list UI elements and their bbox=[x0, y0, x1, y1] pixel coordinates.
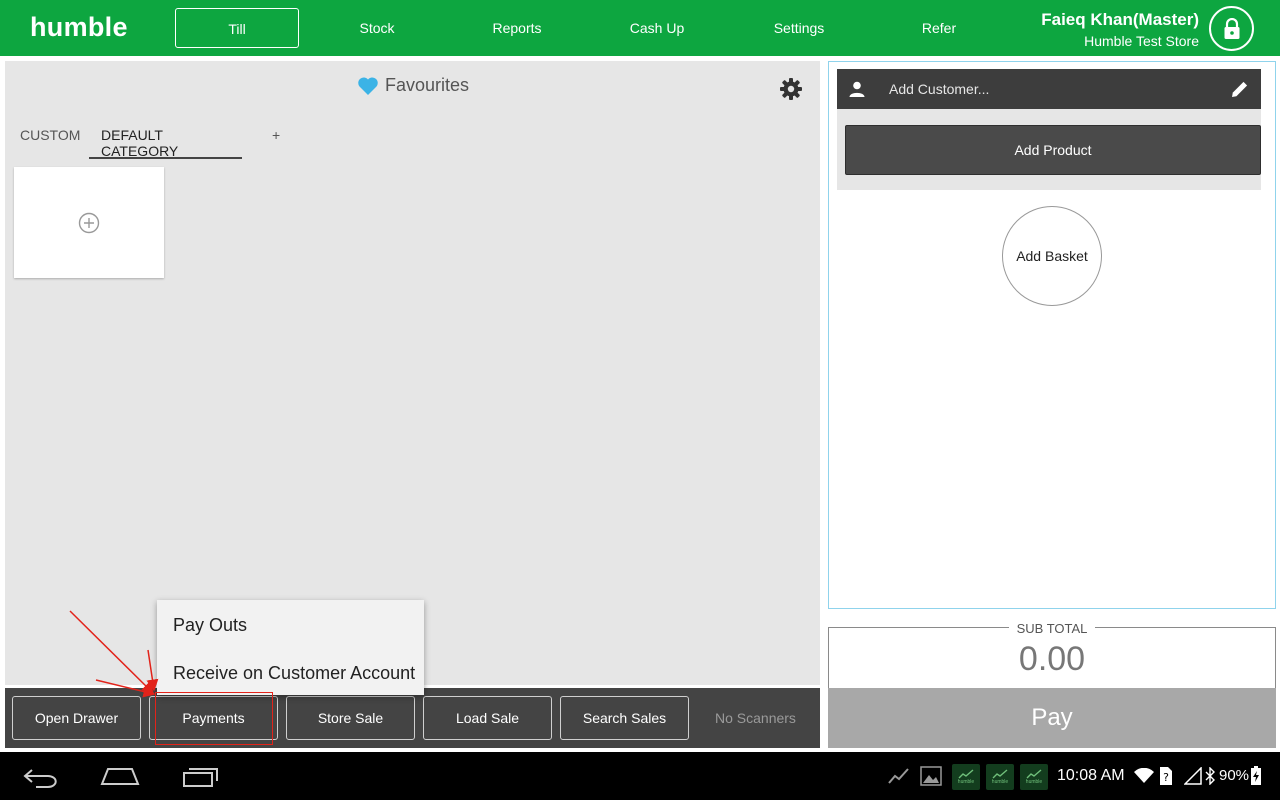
subtotal-box: SUB TOTAL 0.00 bbox=[828, 621, 1276, 688]
gear-icon bbox=[780, 78, 802, 100]
battery-charging-icon bbox=[1251, 766, 1261, 785]
battery-level: 90% bbox=[1219, 767, 1250, 784]
tab-refer[interactable]: Refer bbox=[877, 8, 1001, 48]
scanner-status: No Scanners bbox=[715, 710, 796, 726]
pay-button[interactable]: Pay bbox=[828, 688, 1276, 748]
sim-unknown-icon: ? bbox=[1160, 767, 1172, 785]
wifi-icon bbox=[1134, 768, 1154, 783]
svg-text:?: ? bbox=[1163, 771, 1169, 784]
humble-notification-icon: humble bbox=[952, 764, 980, 790]
humble-notification-icon: humble bbox=[986, 764, 1014, 790]
subtotal-value: 0.00 bbox=[1018, 640, 1086, 678]
favourites-settings-button[interactable] bbox=[779, 77, 803, 101]
image-icon bbox=[920, 766, 942, 786]
store-sale-button[interactable]: Store Sale bbox=[286, 696, 415, 740]
lock-icon bbox=[1224, 17, 1239, 39]
back-icon[interactable] bbox=[22, 766, 58, 788]
trend-icon bbox=[888, 768, 909, 784]
bluetooth-icon bbox=[1205, 767, 1215, 785]
user-name: Faieq Khan(Master) bbox=[1041, 10, 1199, 29]
add-customer-bar[interactable]: Add Customer... bbox=[837, 69, 1261, 109]
basket-panel: Add Customer... Add Product Add Basket bbox=[828, 61, 1276, 609]
home-icon[interactable] bbox=[100, 766, 140, 786]
search-sales-button[interactable]: Search Sales bbox=[560, 696, 689, 740]
subtotal-label: SUB TOTAL bbox=[1008, 621, 1096, 636]
add-product-button[interactable]: Add Product bbox=[845, 125, 1261, 175]
favourites-header: Favourites bbox=[357, 75, 469, 96]
humble-notification-icon: humble bbox=[1020, 764, 1048, 790]
pencil-icon[interactable] bbox=[1231, 80, 1249, 98]
signal-icon bbox=[1184, 767, 1202, 785]
clock: 10:08 AM bbox=[1057, 767, 1125, 784]
tab-settings[interactable]: Settings bbox=[737, 8, 861, 48]
annotation-arrows bbox=[69, 610, 159, 698]
system-nav-bar: humble humble humble 10:08 AM ? 90% bbox=[0, 752, 1280, 800]
lock-button[interactable] bbox=[1209, 6, 1254, 51]
add-basket-button[interactable]: Add Basket bbox=[1002, 206, 1102, 306]
heart-icon bbox=[358, 76, 378, 95]
add-customer-label: Add Customer... bbox=[889, 81, 990, 97]
tab-stock[interactable]: Stock bbox=[315, 8, 439, 48]
recent-apps-icon[interactable] bbox=[182, 766, 220, 788]
tab-reports[interactable]: Reports bbox=[455, 8, 579, 48]
store-name: Humble Test Store bbox=[1084, 33, 1199, 49]
customer-box: Add Customer... Add Product bbox=[837, 69, 1261, 190]
tab-cash-up[interactable]: Cash Up bbox=[595, 8, 719, 48]
favourites-title: Favourites bbox=[385, 75, 470, 95]
person-icon bbox=[849, 81, 865, 97]
load-sale-button[interactable]: Load Sale bbox=[423, 696, 552, 740]
